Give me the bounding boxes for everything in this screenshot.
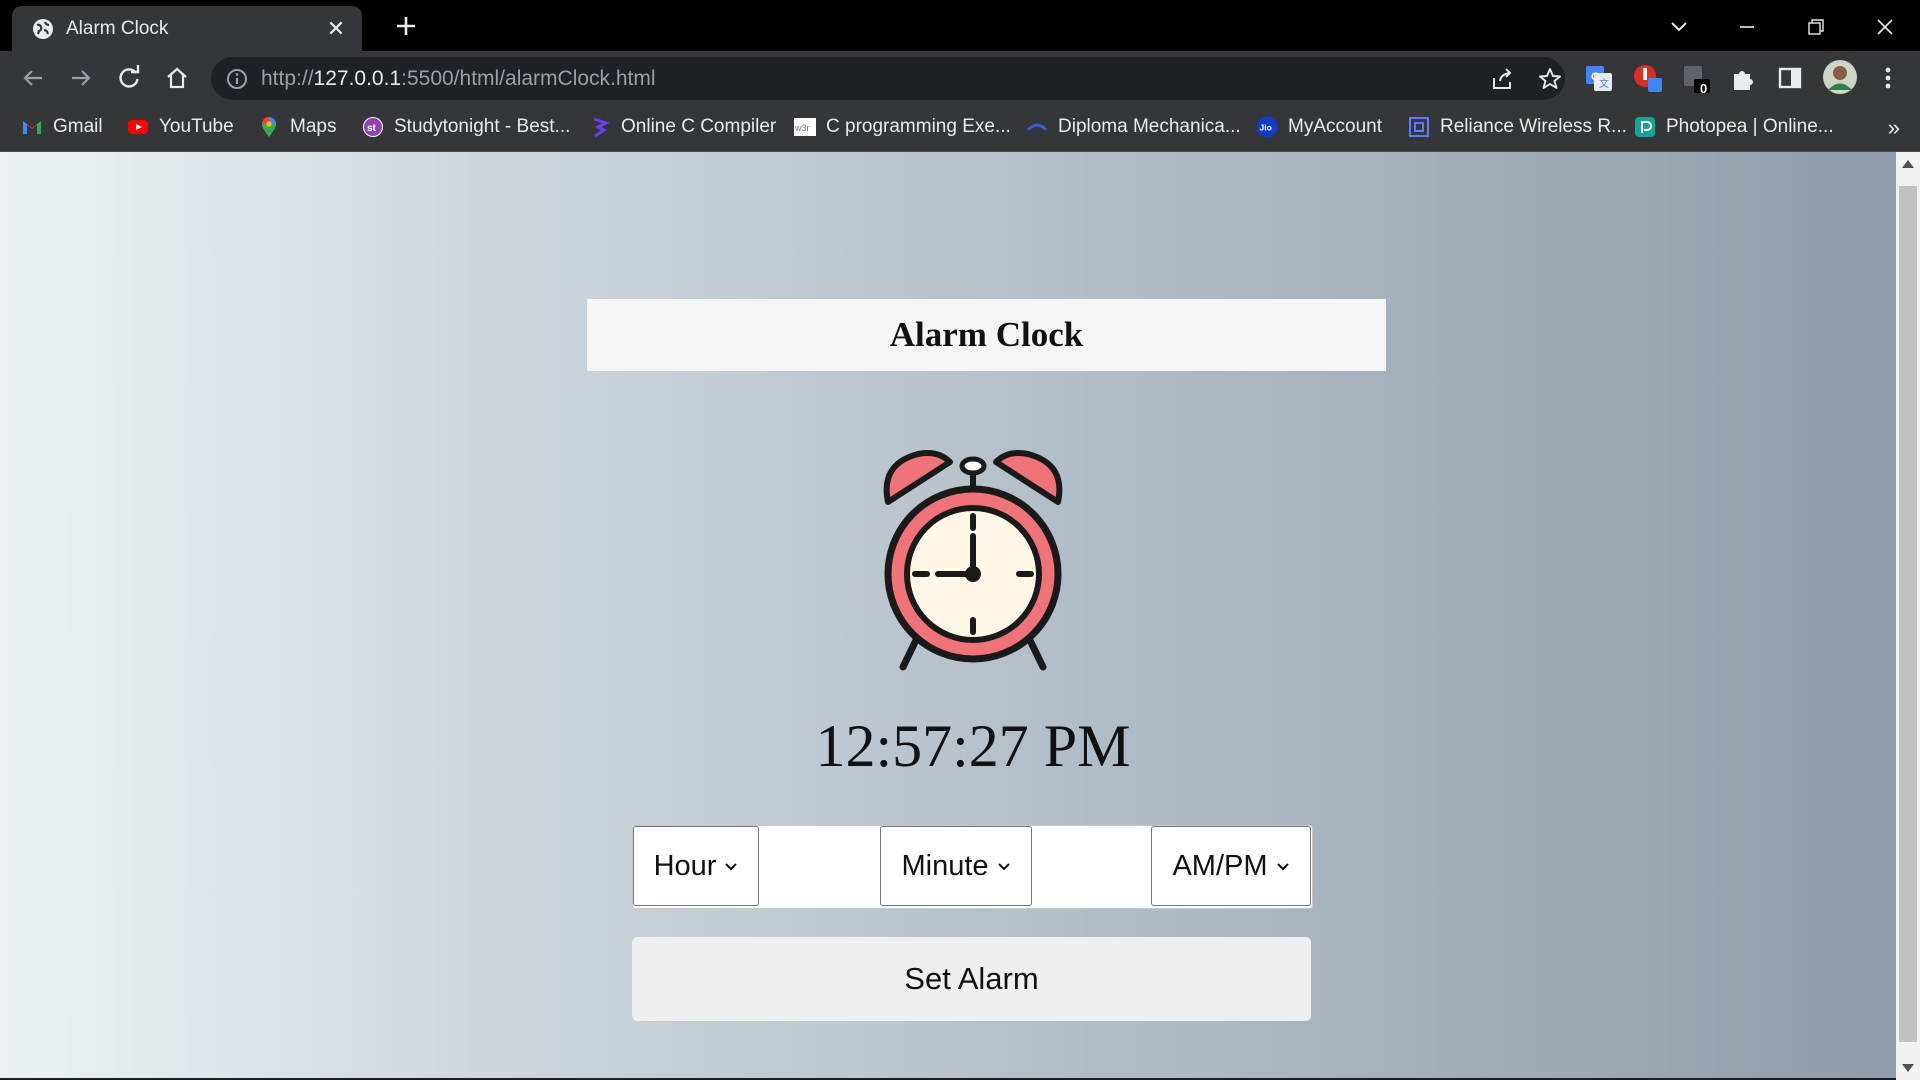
chevron-down-icon (997, 863, 1010, 871)
bookmark-label: C programming Exe... (826, 116, 1011, 137)
reload-icon[interactable] (114, 63, 144, 93)
bookmark-gmail[interactable]: Gmail (21, 114, 103, 140)
scrollbar-thumb[interactable] (1899, 186, 1917, 1042)
tab-search-chevron-icon[interactable] (1664, 12, 1694, 42)
minute-select[interactable]: Minute (880, 826, 1032, 906)
bookmark-maps[interactable]: Maps (258, 114, 336, 140)
browser-toolbar: http://127.0.0.1:5500/html/alarmClock.ht… (0, 51, 1920, 105)
forward-arrow-icon[interactable] (66, 63, 96, 93)
restore-icon[interactable] (1801, 12, 1831, 42)
bookmark-diploma-mechanical[interactable]: Diploma Mechanica... (1026, 114, 1241, 140)
bookmark-c-programming[interactable]: w3r C programming Exe... (794, 114, 1011, 140)
globe-icon (33, 19, 53, 39)
bookmark-label: Gmail (53, 116, 103, 137)
gmail-icon (23, 121, 41, 134)
bookmark-label: Reliance Wireless R... (1440, 116, 1627, 137)
scroll-up-arrow-icon[interactable] (1902, 160, 1914, 168)
tab-title: Alarm Clock (66, 18, 169, 39)
svg-text:Jio: Jio (1260, 123, 1272, 133)
side-panel-icon[interactable] (1774, 62, 1806, 94)
hour-select-label: Hour (653, 849, 717, 882)
profile-avatar-icon[interactable] (1822, 59, 1858, 95)
extension-red-icon[interactable] (1632, 62, 1664, 94)
url-scheme: http:// (261, 67, 314, 90)
studytonight-icon: st (363, 117, 383, 137)
photopea-icon (1635, 117, 1655, 137)
extension-badge: 0 (1700, 81, 1708, 96)
tab-strip: Alarm Clock ✕ (0, 0, 1920, 51)
current-time-display: 12:57:27 PM (815, 713, 1131, 779)
close-window-icon[interactable] (1870, 12, 1900, 42)
alarm-clock-icon (883, 450, 1063, 671)
bookmark-star-icon[interactable] (1537, 66, 1563, 92)
bookmark-label: YouTube (159, 116, 234, 137)
set-alarm-button[interactable]: Set Alarm (632, 937, 1311, 1021)
chevron-down-icon (725, 863, 738, 871)
bookmark-label: Studytonight - Best... (394, 116, 571, 137)
svg-text:文: 文 (1599, 77, 1609, 90)
puzzle-extensions-icon[interactable] (1728, 62, 1760, 94)
bookmark-studytonight[interactable]: st Studytonight - Best... (362, 114, 570, 140)
bookmark-youtube[interactable]: YouTube (127, 114, 234, 140)
bookmark-online-c-compiler[interactable]: Online C Compiler (589, 114, 776, 140)
bookmark-label: Photopea | Online... (1666, 116, 1834, 137)
bookmarks-overflow-chevron[interactable]: » (1888, 115, 1900, 141)
vertical-scrollbar[interactable] (1896, 152, 1920, 1080)
home-icon[interactable] (162, 63, 192, 93)
ampm-select[interactable]: AM/PM (1151, 826, 1311, 906)
url-path: :5500/html/alarmClock.html (401, 67, 656, 90)
chevron-down-icon (1276, 863, 1289, 871)
browser-tab[interactable]: Alarm Clock ✕ (12, 6, 362, 51)
scroll-down-arrow-icon[interactable] (1902, 1064, 1914, 1072)
jio-icon: Jio (1256, 116, 1278, 138)
compiler-icon (593, 117, 610, 138)
diploma-icon (1026, 123, 1048, 132)
new-tab-plus-icon[interactable] (392, 12, 420, 40)
site-info-icon[interactable] (225, 67, 249, 91)
ampm-select-label: AM/PM (1172, 849, 1268, 882)
bookmark-reliance-wireless[interactable]: Reliance Wireless R... (1408, 114, 1627, 140)
bookmark-photopea[interactable]: Photopea | Online... (1634, 114, 1834, 140)
chrome-menu-icon[interactable] (1872, 62, 1904, 94)
minimize-icon[interactable] (1732, 12, 1762, 42)
bookmarks-bar: Gmail YouTube Maps st Studytonight - Bes… (0, 105, 1920, 152)
reliance-icon (1409, 117, 1429, 137)
page-viewport: Alarm Clock 12:57:27 PM Hour Minute AM/P… (0, 152, 1896, 1080)
bookmark-label: Diploma Mechanica... (1058, 116, 1241, 137)
back-arrow-icon[interactable] (18, 63, 48, 93)
svg-text:st: st (367, 123, 377, 134)
w3r-icon: w3r (794, 118, 816, 136)
bookmark-label: Maps (290, 116, 337, 137)
svg-text:w3r: w3r (794, 123, 810, 133)
minute-select-label: Minute (901, 849, 989, 882)
url-text: http://127.0.0.1:5500/html/alarmClock.ht… (261, 67, 656, 91)
google-translate-icon[interactable]: G 文 (1583, 62, 1615, 94)
bookmark-label: Online C Compiler (621, 116, 777, 137)
alarm-time-controls: Hour Minute AM/PM (632, 825, 1313, 909)
hour-select[interactable]: Hour (633, 826, 759, 906)
bookmark-myaccount[interactable]: Jio MyAccount (1256, 114, 1382, 140)
youtube-icon (128, 120, 148, 134)
maps-icon (262, 117, 276, 137)
bookmark-label: MyAccount (1288, 116, 1382, 137)
share-icon[interactable] (1489, 66, 1515, 92)
url-host: 127.0.0.1 (313, 67, 402, 90)
page-title: Alarm Clock (587, 299, 1386, 371)
tab-close-icon[interactable]: ✕ (324, 17, 348, 41)
address-bar[interactable]: http://127.0.0.1:5500/html/alarmClock.ht… (211, 57, 1565, 100)
